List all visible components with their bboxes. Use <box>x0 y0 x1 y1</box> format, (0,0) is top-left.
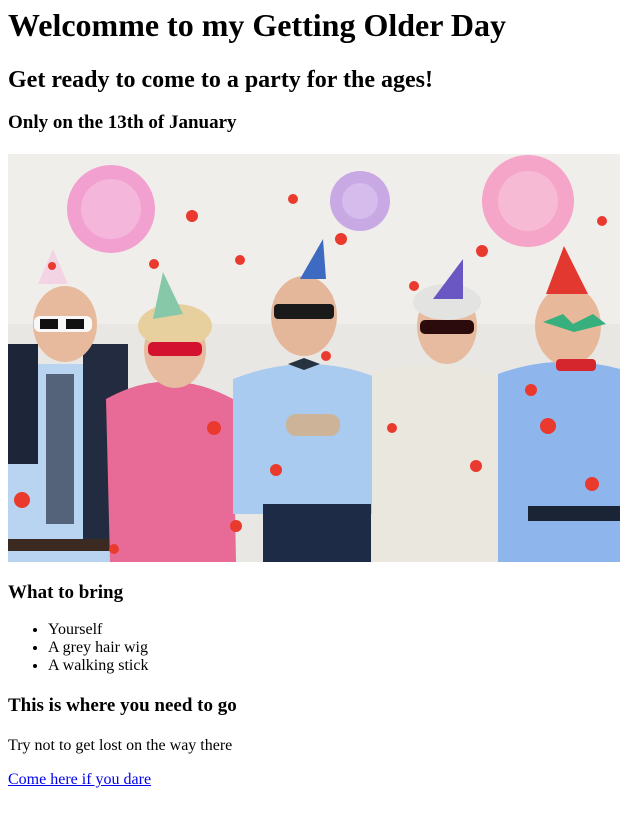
list-item: Yourself <box>48 621 622 639</box>
date-line: Only on the 13th of January <box>8 112 237 133</box>
directions-link[interactable]: Come here if you dare <box>8 771 151 788</box>
page: Welcomme to my Getting Older Day Get rea… <box>0 5 630 790</box>
bring-heading: What to bring <box>8 582 124 603</box>
bring-list: Yourself A grey hair wig A walking stick <box>8 621 622 675</box>
location-heading: This is where you need to go <box>8 695 237 716</box>
page-subtitle: Get ready to come to a party for the age… <box>8 67 433 93</box>
list-item: A grey hair wig <box>48 639 622 657</box>
list-item: A walking stick <box>48 657 622 675</box>
page-title: Welcomme to my Getting Older Day <box>8 7 506 43</box>
party-hero-image <box>8 154 620 562</box>
link-paragraph: Come here if you dare <box>8 770 622 790</box>
location-note: Try not to get lost on the way there <box>8 737 233 754</box>
